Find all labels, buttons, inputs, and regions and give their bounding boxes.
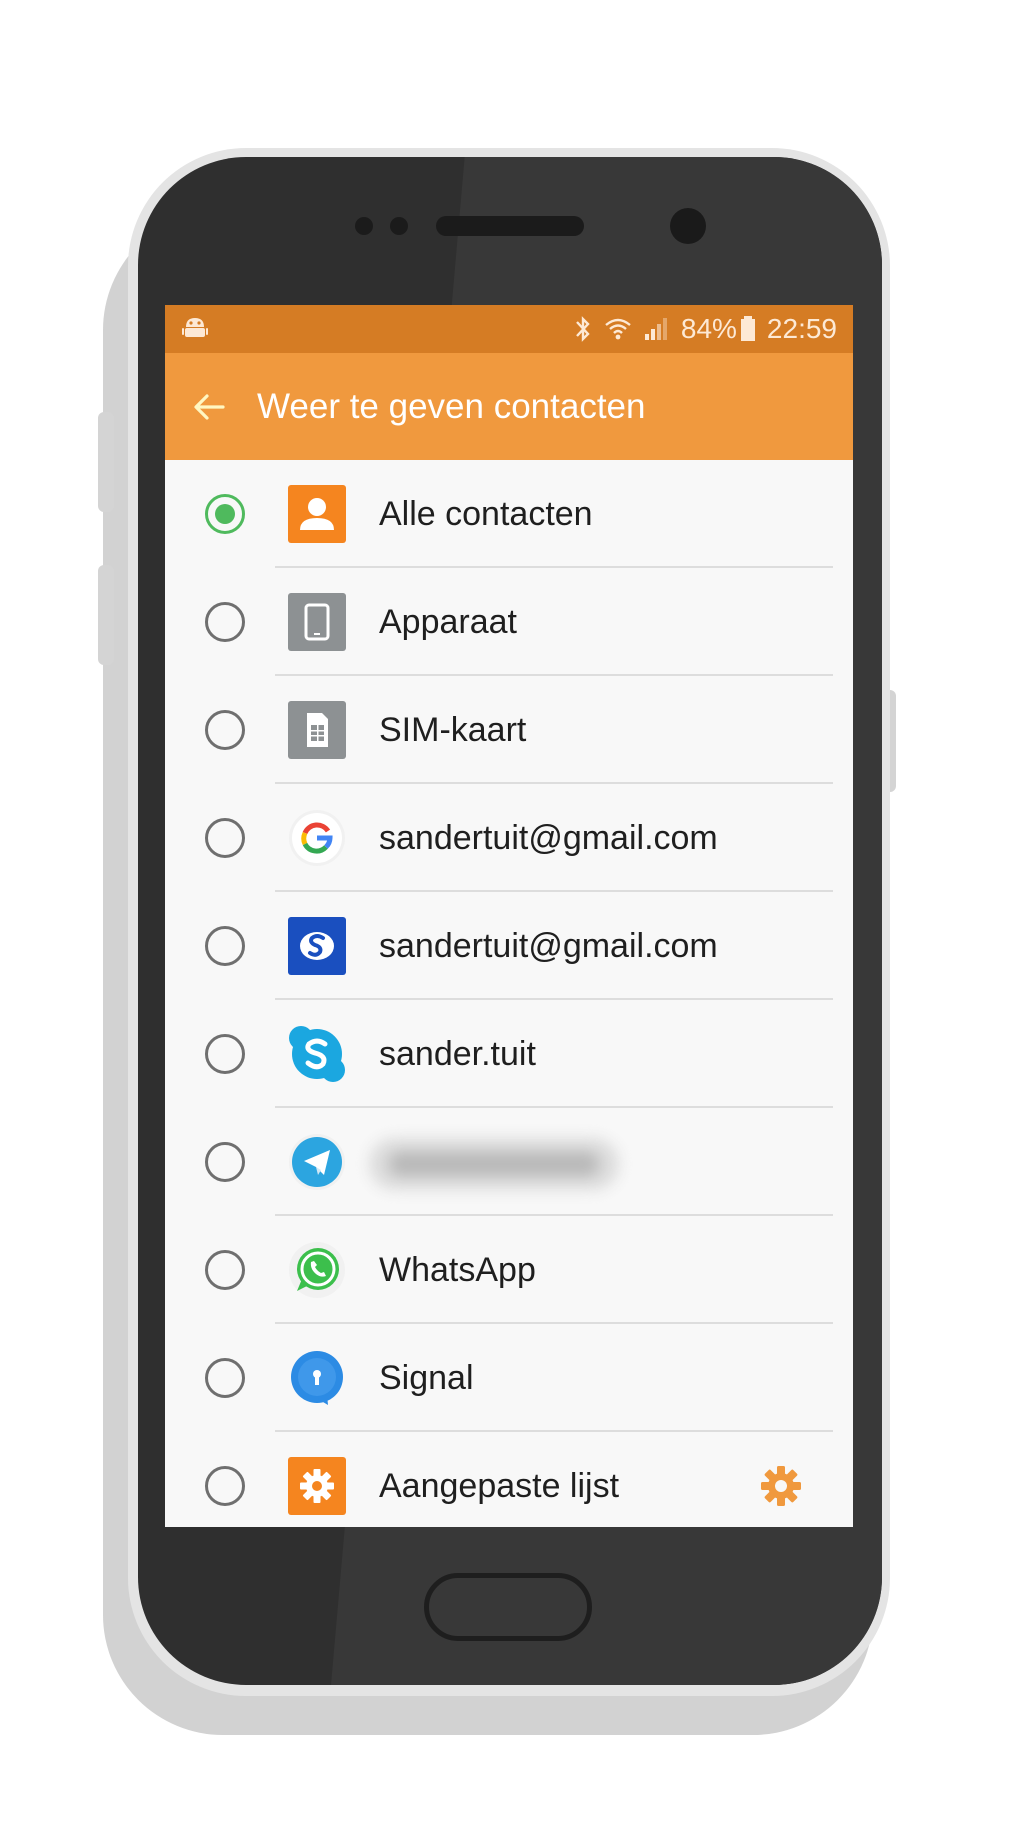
list-item-all-contacts[interactable]: Alle contacten — [165, 460, 853, 568]
clock: 22:59 — [766, 313, 837, 344]
earpiece-speaker — [436, 216, 584, 236]
samsung-account-icon — [288, 917, 346, 975]
radio-button[interactable] — [205, 926, 245, 966]
list-item-whatsapp[interactable]: WhatsApp — [165, 1216, 853, 1324]
contacts-source-list: Alle contacten Apparaat SIM-kaart sander… — [165, 460, 853, 1527]
signal-icon — [644, 318, 667, 340]
radio-button[interactable] — [205, 1142, 245, 1182]
bluetooth-icon — [575, 316, 590, 342]
front-camera — [670, 208, 706, 244]
list-item-signal[interactable]: Signal — [165, 1324, 853, 1432]
proximity-sensor — [355, 217, 373, 235]
android-icon — [182, 318, 208, 337]
skype-icon — [289, 1026, 345, 1082]
list-item-sim-card[interactable]: SIM-kaart — [165, 676, 853, 784]
list-item-label: Alle contacten — [379, 495, 593, 533]
device-icon — [288, 593, 346, 651]
radio-button-selected[interactable] — [205, 494, 245, 534]
list-item-skype[interactable]: sander.tuit — [165, 1000, 853, 1108]
list-item-label: Aangepaste lijst — [379, 1467, 620, 1505]
app-bar: Weer te geven contacten — [165, 353, 853, 460]
volume-button-up — [98, 412, 114, 512]
light-sensor — [390, 217, 408, 235]
google-icon — [289, 810, 345, 866]
list-item-label: Apparaat — [379, 603, 517, 641]
radio-button[interactable] — [205, 1358, 245, 1398]
list-item-device[interactable]: Apparaat — [165, 568, 853, 676]
list-item-custom-list[interactable]: Aangepaste lijst — [165, 1432, 853, 1527]
volume-button-down — [98, 565, 114, 665]
gear-icon[interactable] — [759, 1464, 803, 1508]
radio-button[interactable] — [205, 1466, 245, 1506]
list-item-label: WhatsApp — [379, 1251, 536, 1289]
list-item-label: sandertuit@gmail.com — [379, 819, 718, 857]
list-item-samsung-account[interactable]: sandertuit@gmail.com — [165, 892, 853, 1000]
radio-button[interactable] — [205, 818, 245, 858]
radio-button[interactable] — [205, 1034, 245, 1074]
list-item-google-account[interactable]: sandertuit@gmail.com — [165, 784, 853, 892]
radio-button[interactable] — [205, 1250, 245, 1290]
status-bar: 84% 22:59 — [165, 305, 853, 353]
battery-percentage: 84% — [680, 313, 737, 344]
telegram-icon — [289, 1134, 345, 1190]
sim-card-icon — [288, 701, 346, 759]
wifi-icon — [605, 318, 631, 340]
list-item-label: sandertuit@gmail.com — [379, 927, 718, 965]
arrow-left-icon[interactable] — [191, 389, 227, 425]
list-item-label: Signal — [379, 1359, 474, 1397]
signal-app-icon — [291, 1351, 343, 1405]
contacts-icon — [288, 485, 346, 543]
list-item-label: SIM-kaart — [379, 711, 527, 749]
radio-button[interactable] — [205, 710, 245, 750]
whatsapp-icon — [289, 1242, 345, 1298]
radio-button[interactable] — [205, 602, 245, 642]
home-button[interactable] — [424, 1573, 592, 1641]
phone-screen: 84% 22:59 Weer te geven contacten Alle c… — [165, 305, 853, 1527]
custom-list-icon — [288, 1457, 346, 1515]
list-item-label: sander.tuit — [379, 1035, 536, 1073]
page-title: Weer te geven contacten — [257, 387, 646, 426]
battery-icon — [740, 316, 755, 341]
list-item-telegram[interactable] — [165, 1108, 853, 1216]
blurred-account-name — [369, 1138, 619, 1190]
